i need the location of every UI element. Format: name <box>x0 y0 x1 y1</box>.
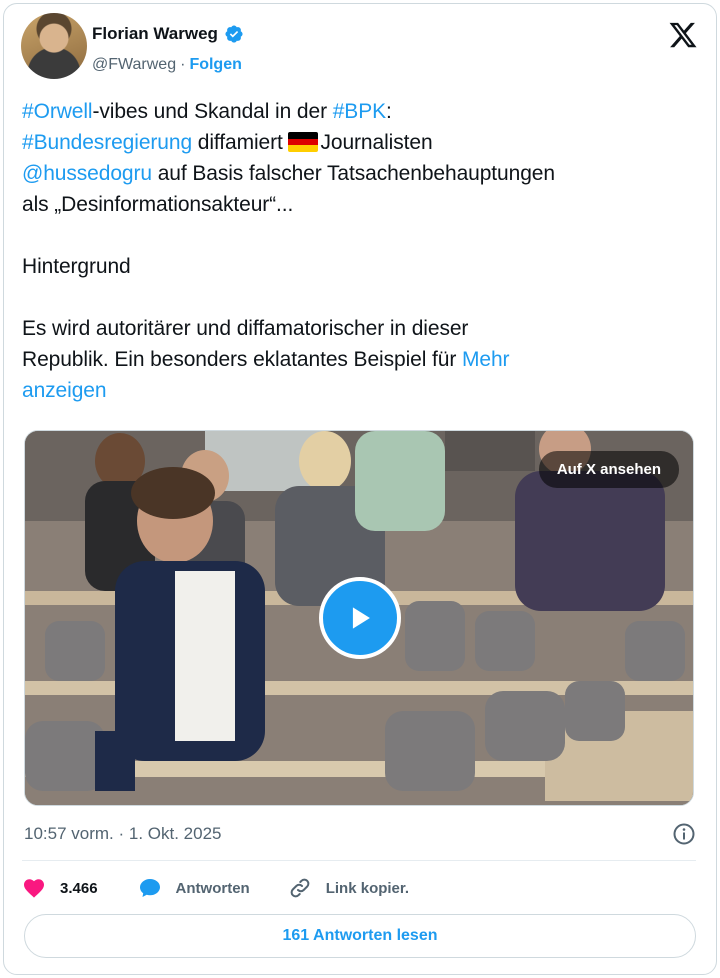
author-name[interactable]: Florian Warweg <box>92 24 218 44</box>
tweet-text-segment: : <box>386 100 392 123</box>
video-player[interactable]: Auf X ansehen <box>24 430 694 806</box>
heart-icon <box>24 879 44 898</box>
tweet-text-segment: -vibes und Skandal in der <box>92 100 333 123</box>
separator: · <box>180 56 186 73</box>
copy-link-button[interactable]: Link kopier. <box>288 876 409 900</box>
avatar[interactable] <box>21 13 87 79</box>
author-name-row: Florian Warweg <box>92 24 244 44</box>
hashtag-orwell[interactable]: #Orwell <box>22 100 93 123</box>
author-handle[interactable]: @FWarweg <box>92 56 176 74</box>
tweet-text: #Orwell-vibes und Skandal in der #BPK: #… <box>22 96 698 406</box>
tweet-line-6: Es wird autoritärer und diffamatorischer… <box>22 317 469 340</box>
like-count: 3.466 <box>60 879 98 897</box>
reply-label: Antworten <box>175 879 250 897</box>
read-replies-button[interactable]: 161 Antworten lesen <box>24 914 696 958</box>
tweet-text-segment: Republik. Ein besonders eklatantes Beisp… <box>22 348 462 371</box>
tweet-timestamp[interactable]: 10:57 vorm. · 1. Okt. 2025 <box>24 824 221 844</box>
follow-button[interactable]: Folgen <box>189 56 241 74</box>
hashtag-bundesregierung[interactable]: #Bundesregierung <box>22 131 192 154</box>
action-bar: 3.466 Antworten Link kopier. <box>22 876 409 900</box>
tweet-text-segment: auf Basis falscher Tatsachenbehauptungen <box>151 162 555 185</box>
copy-link-label: Link kopier. <box>325 879 410 897</box>
x-logo-icon[interactable] <box>668 20 698 50</box>
verified-badge-icon <box>225 25 243 43</box>
tweet-line-3: @hussedogru auf Basis falscher Tatsachen… <box>22 158 698 189</box>
play-icon <box>352 607 370 629</box>
divider <box>22 860 696 861</box>
tweet-line-2: #Bundesregierung diffamiert Journalisten <box>22 127 698 158</box>
hashtag-bpk[interactable]: #BPK <box>333 100 386 123</box>
tweet-line-4: als „Desinformationsakteur“... <box>22 193 294 216</box>
show-more-link[interactable]: Mehr <box>462 348 510 371</box>
tweet-line-1: #Orwell-vibes und Skandal in der #BPK: <box>22 96 698 127</box>
tweet-text-segment: diffamiert <box>192 131 289 154</box>
tweet-line-5: Hintergrund <box>22 255 131 278</box>
reply-bubble-icon <box>139 879 160 897</box>
like-button[interactable]: 3.466 <box>22 876 98 900</box>
play-button[interactable] <box>319 577 401 659</box>
tweet-text-segment: Journalisten <box>320 131 433 154</box>
handle-row: @FWarweg · Folgen <box>92 56 242 74</box>
link-icon <box>290 878 310 898</box>
show-more-link-continued[interactable]: anzeigen <box>22 375 698 406</box>
tweet-line-7: Republik. Ein besonders eklatantes Beisp… <box>22 344 698 375</box>
view-on-x-button[interactable]: Auf X ansehen <box>538 451 679 488</box>
info-icon[interactable] <box>672 822 696 846</box>
reply-button[interactable]: Antworten <box>138 876 250 900</box>
german-flag-icon <box>288 132 319 152</box>
mention-hussedogru[interactable]: @hussedogru <box>22 162 152 185</box>
